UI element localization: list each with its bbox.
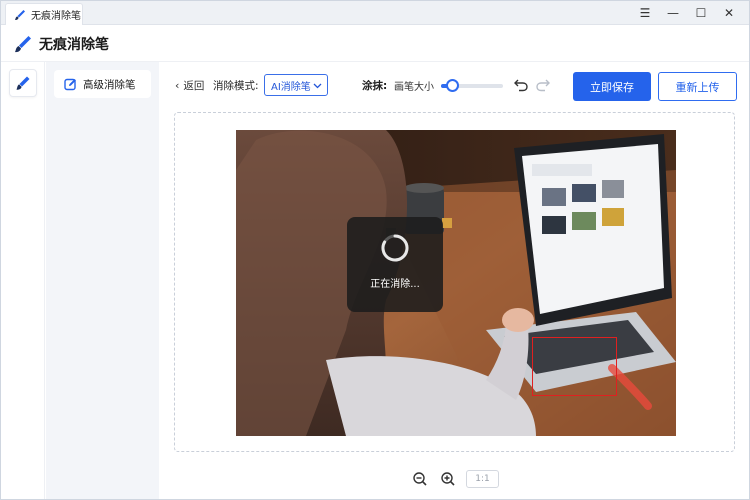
eraser-brush-icon: [16, 76, 30, 90]
mode-label: 消除模式:: [213, 80, 259, 92]
brush-size-slider-thumb[interactable]: [445, 79, 459, 92]
menu-button[interactable]: ☰: [631, 1, 659, 25]
zoom-controls: 1:1: [159, 468, 749, 490]
zoom-in-icon[interactable]: [440, 471, 456, 487]
window-controls: ☰ — ☐ ✕: [631, 1, 743, 25]
brush-label: 涂抹:: [362, 80, 388, 92]
image-canvas[interactable]: 正在消除...: [174, 112, 735, 452]
brush-logo-icon: [15, 9, 25, 20]
loading-spinner-icon: [381, 234, 409, 262]
title-bar: 无痕消除笔 ☰ — ☐ ✕: [1, 1, 749, 25]
sidebar-item-label: 高级消除笔: [83, 78, 136, 91]
processing-message: 正在消除...: [370, 279, 420, 290]
zoom-out-icon[interactable]: [412, 471, 428, 487]
chevron-down-icon: [313, 83, 322, 89]
mode-select[interactable]: AI消除笔: [264, 74, 328, 96]
reupload-button[interactable]: 重新上传: [658, 72, 737, 101]
sidebar-item-advanced-eraser[interactable]: 高级消除笔: [54, 70, 151, 98]
zoom-reset-button[interactable]: 1:1: [466, 470, 499, 488]
editor-toolbar: ‹ 返回 消除模式: AI消除笔 涂抹: 画笔大小 立即保存 重新上传: [159, 62, 749, 108]
erase-region-marker[interactable]: [532, 337, 617, 396]
redo-icon[interactable]: [535, 76, 551, 92]
edit-icon: [64, 78, 76, 90]
save-button[interactable]: 立即保存: [573, 72, 651, 101]
main-panel: ‹ 返回 消除模式: AI消除笔 涂抹: 画笔大小 立即保存 重新上传 正在消除…: [159, 62, 749, 499]
tool-rail: [1, 62, 45, 499]
back-label: 返回: [183, 80, 205, 92]
rail-eraser-tool[interactable]: [9, 69, 37, 97]
window-tab-title: 无痕消除笔: [31, 11, 81, 22]
processing-overlay: 正在消除...: [347, 217, 443, 312]
brush-size-label: 画笔大小: [394, 82, 434, 93]
app-window: 无痕消除笔 ☰ — ☐ ✕ 无痕消除笔 高级消除笔 ‹ 返回 消除模式: AI消…: [0, 0, 750, 500]
chevron-left-icon: ‹: [175, 79, 180, 92]
minimize-button[interactable]: —: [659, 1, 687, 25]
mode-select-value: AI消除笔: [271, 81, 311, 93]
close-icon: ✕: [723, 6, 735, 20]
app-title: 无痕消除笔: [39, 36, 109, 53]
app-logo-icon: [15, 35, 31, 52]
window-tab[interactable]: 无痕消除笔: [5, 3, 83, 25]
back-button[interactable]: ‹ 返回: [175, 78, 204, 93]
close-button[interactable]: ✕: [715, 1, 743, 25]
app-header: 无痕消除笔: [1, 26, 749, 62]
minimize-icon: —: [667, 6, 679, 20]
brush-size-slider[interactable]: [441, 79, 503, 92]
maximize-icon: ☐: [695, 6, 707, 20]
maximize-button[interactable]: ☐: [687, 1, 715, 25]
menu-icon: ☰: [639, 6, 651, 20]
feature-sidebar: 高级消除笔: [46, 62, 159, 499]
undo-icon[interactable]: [513, 76, 529, 92]
